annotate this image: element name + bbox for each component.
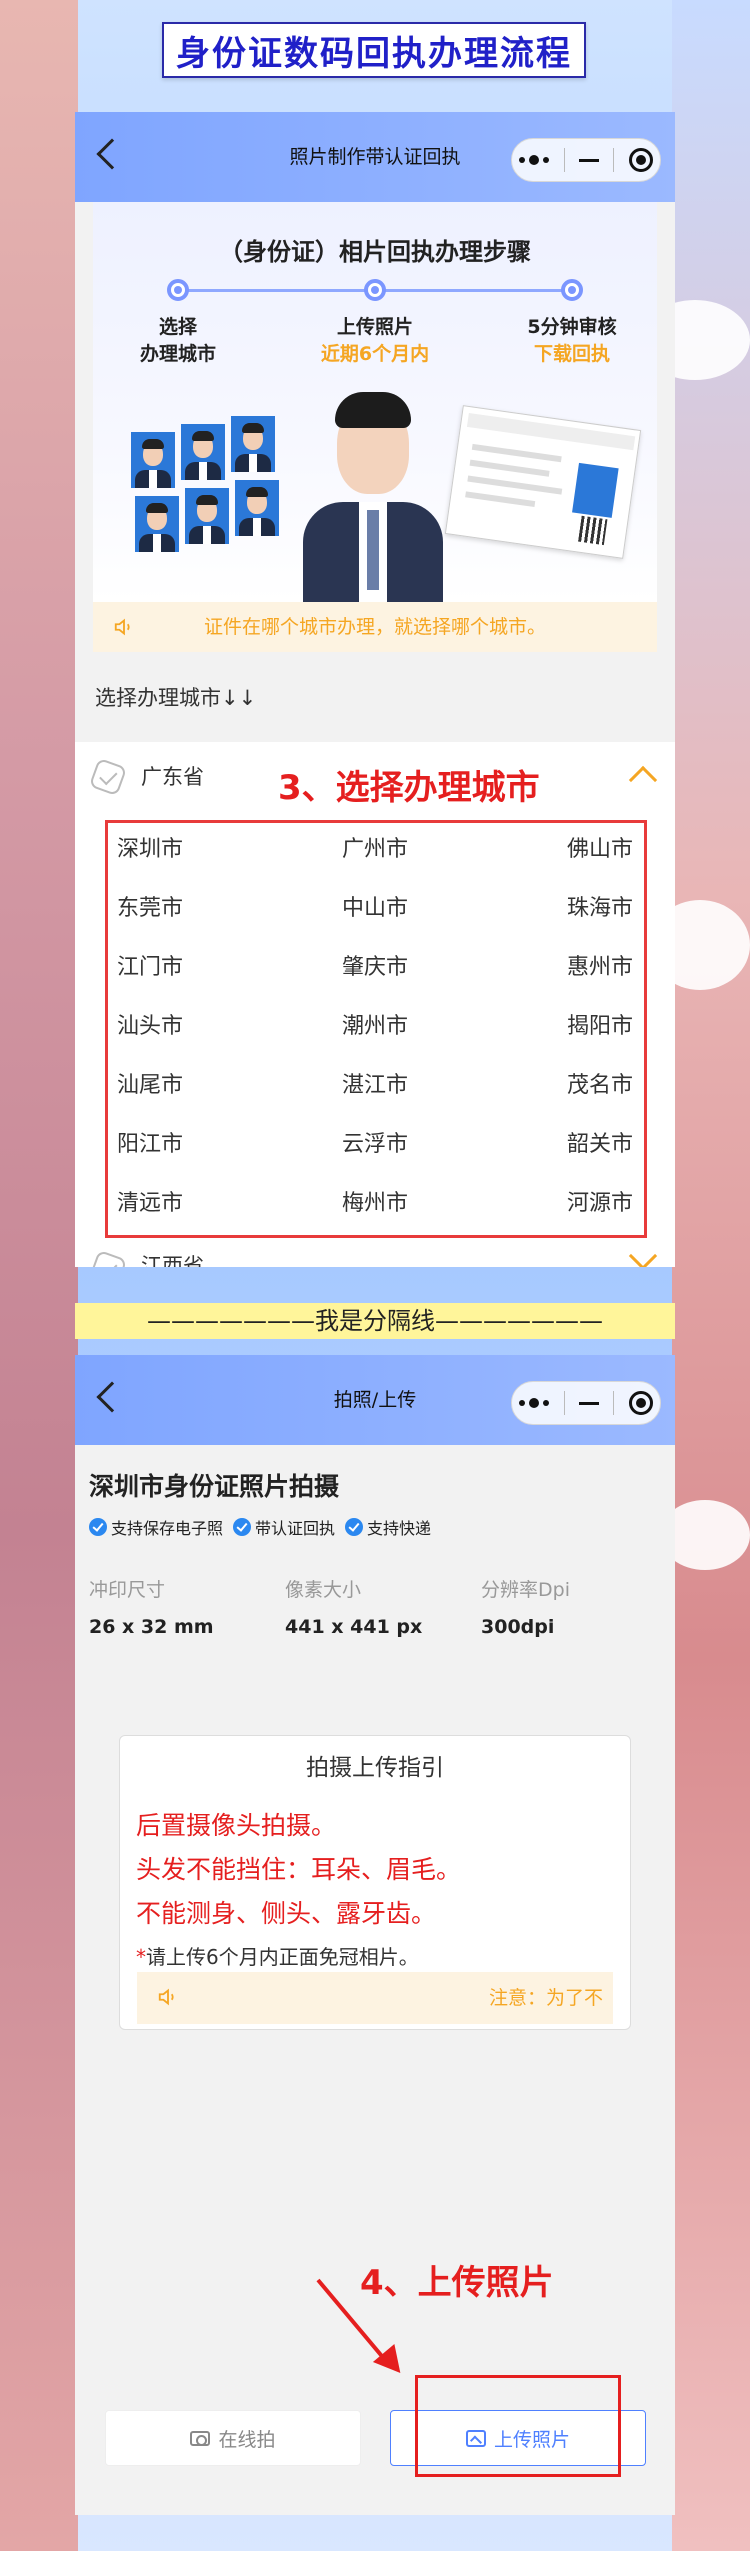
minimize-icon[interactable]: [578, 158, 599, 162]
check-badge-icon: [88, 757, 128, 797]
sample-photo: [235, 480, 279, 536]
check-badge-icon: [88, 1249, 128, 1267]
capsule-divider: [563, 1391, 565, 1415]
steps-heading: （身份证）相片回执办理步骤: [219, 238, 531, 266]
feature-badge: 带认证回执: [233, 1515, 335, 1539]
page-title: 身份证数码回执办理流程: [176, 33, 572, 74]
spec-print-size: 冲印尺寸 26 x 32 mm: [89, 1575, 214, 1638]
chevron-up-icon[interactable]: [628, 765, 658, 795]
online-capture-label: 在线拍: [218, 2428, 276, 2451]
feature-badges: 支持保存电子照 带认证回执 支持快递: [89, 1515, 431, 1539]
receipt-illustration: [444, 405, 642, 559]
minimize-icon[interactable]: [578, 1401, 599, 1405]
spec-value: 300dpi: [481, 1616, 555, 1638]
select-city-label: 选择办理城市↓↓: [95, 686, 257, 710]
spec-key: 冲印尺寸: [89, 1579, 166, 1601]
nav-bar: 照片制作带认证回执: [75, 112, 675, 202]
province-row-jiangxi[interactable]: 江西省: [75, 1240, 675, 1267]
page-banner: 身份证数码回执办理流程: [162, 22, 586, 78]
check-badge-icon: [345, 1518, 364, 1536]
sample-photo-sheet: [131, 416, 281, 602]
spec-dpi: 分辨率Dpi 300dpi: [481, 1575, 570, 1638]
nav-bar: 拍照/上传: [75, 1355, 675, 1445]
more-dots-icon[interactable]: [519, 1398, 550, 1408]
steps-card: （身份证）相片回执办理步骤 选择 办理城市 上传照片 近期6个月内 5分钟审核 …: [93, 202, 657, 602]
spec-pixel-size: 像素大小 441 x 441 px: [285, 1575, 422, 1638]
highlight-box-upload: [415, 2375, 621, 2477]
guide-rule: 不能测身、侧头、露牙齿。: [136, 1899, 437, 1928]
province-name: 广东省: [141, 765, 204, 789]
step-dot: [561, 279, 583, 301]
guide-notice-bar: 注意：为了不: [137, 1972, 613, 2024]
photo-spec-title: 深圳市身份证照片拍摄: [89, 1472, 340, 1501]
capsule-divider: [613, 1391, 615, 1415]
feature-badge: 支持快递: [345, 1515, 431, 1539]
chevron-down-icon[interactable]: [628, 1241, 658, 1267]
guide-title: 拍摄上传指引: [306, 1755, 444, 1781]
check-badge-icon: [89, 1518, 107, 1536]
step-dot: [167, 279, 189, 301]
guide-note: *请上传6个月内正面免冠相片。: [136, 1941, 419, 1970]
spec-value: 441 x 441 px: [285, 1616, 423, 1638]
target-icon[interactable]: [628, 148, 653, 172]
capsule-divider: [563, 148, 565, 172]
step-3-title: 5分钟审核: [527, 316, 617, 338]
mini-program-capsule: [511, 1381, 661, 1425]
feature-badge: 支持保存电子照: [89, 1515, 223, 1539]
capsule-divider: [613, 148, 615, 172]
check-badge-icon: [233, 1518, 252, 1536]
sample-photo: [181, 424, 225, 480]
annotation-step3: 3、选择办理城市: [278, 768, 540, 808]
guide-notice-text: 注意：为了不: [488, 1987, 603, 2009]
step-3: 5分钟审核 下载回执: [497, 314, 647, 368]
sample-photo: [131, 432, 175, 488]
guide-note-text: 请上传6个月内正面免冠相片。: [146, 1945, 419, 1969]
annotation-step4: 4、上传照片: [360, 2263, 554, 2303]
sample-photo: [135, 496, 179, 552]
notice-text: 证件在哪个城市办理，就选择哪个城市。: [203, 616, 546, 638]
online-capture-button[interactable]: 在线拍: [105, 2410, 361, 2466]
guide-rule: 头发不能挡住：耳朵、眉毛。: [136, 1855, 462, 1884]
spec-value: 26 x 32 mm: [89, 1616, 214, 1638]
speaker-icon: [158, 1988, 174, 2006]
target-icon[interactable]: [628, 1391, 653, 1415]
camera-icon: [190, 2430, 211, 2446]
province-name: 江西省: [141, 1254, 204, 1267]
spec-key: 分辨率Dpi: [481, 1579, 570, 1601]
separator-bar: ———————我是分隔线———————: [75, 1303, 675, 1339]
feature-badge-label: 支持保存电子照: [111, 1519, 224, 1538]
background-building-left: [0, 0, 78, 2551]
step-1-title: 选择: [158, 316, 197, 338]
background-building-right: [672, 0, 750, 2551]
step-2-subtitle: 近期6个月内: [320, 343, 430, 365]
sample-photo: [185, 488, 229, 544]
step-3-subtitle: 下载回执: [533, 343, 610, 365]
feature-badge-label: 带认证回执: [255, 1519, 336, 1538]
sample-photo: [231, 416, 275, 472]
step-2-title: 上传照片: [336, 316, 413, 338]
step-1: 选择 办理城市: [103, 314, 253, 368]
feature-badge-label: 支持快递: [367, 1519, 432, 1538]
required-star: *: [136, 1945, 146, 1969]
notice-bar: 证件在哪个城市办理，就选择哪个城市。: [93, 602, 657, 652]
step-dot: [364, 279, 386, 301]
spec-key: 像素大小: [285, 1579, 362, 1601]
step-1-subtitle: 办理城市: [139, 343, 216, 365]
mini-program-capsule: [511, 138, 661, 182]
highlight-box-city-list: [105, 820, 647, 1238]
guide-rule: 后置摄像头拍摄。: [136, 1811, 337, 1840]
step-2: 上传照片 近期6个月内: [300, 314, 450, 368]
portrait-illustration: [303, 392, 443, 602]
more-dots-icon[interactable]: [519, 155, 550, 165]
phone-screen-upload: 拍照/上传 深圳市身份证照片拍摄 支持保存电子照 带认证回执 支持快递 冲印尺寸…: [75, 1355, 675, 2515]
